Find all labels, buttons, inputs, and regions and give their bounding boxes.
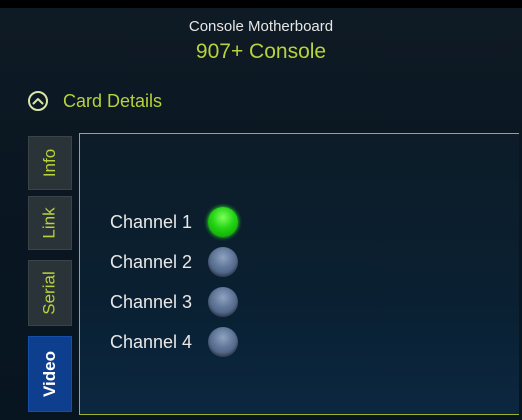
channel-2-status-led (208, 247, 238, 277)
top-bar (0, 0, 522, 8)
chevron-up-glyph (32, 98, 44, 105)
device-title: 907+ Console (195, 40, 327, 63)
channel-row-4: Channel 4 (110, 322, 238, 362)
chevron-up-icon[interactable] (28, 91, 48, 111)
tab-link-label: Link (40, 207, 59, 239)
tab-serial-label: Serial (40, 271, 59, 315)
channel-list: Channel 1 Channel 2 Channel 3 Channel 4 (110, 202, 238, 362)
channel-row-2: Channel 2 (110, 242, 238, 282)
tab-video[interactable]: Video (28, 336, 72, 412)
tab-info-label: Info (39, 148, 59, 178)
tab-serial[interactable]: Serial (28, 260, 72, 326)
card-details-label: Card Details (63, 90, 163, 111)
video-panel: Channel 1 Channel 2 Channel 3 Channel 4 (79, 133, 519, 415)
channel-row-1: Channel 1 (110, 202, 238, 242)
channel-4-label: Channel 4 (110, 331, 193, 352)
channel-1-label: Channel 1 (110, 211, 193, 232)
window: Console Motherboard 907+ Console Card De… (0, 0, 522, 420)
card-details-toggle[interactable]: Card Details (28, 88, 162, 114)
channel-4-status-led (208, 327, 238, 357)
tab-link[interactable]: Link (28, 196, 72, 250)
tab-video-label: Video (40, 351, 60, 397)
channel-3-label: Channel 3 (110, 291, 193, 312)
channel-3-status-led (208, 287, 238, 317)
device-subtitle: Console Motherboard (188, 18, 334, 35)
channel-row-3: Channel 3 (110, 282, 238, 322)
channel-2-label: Channel 2 (110, 251, 193, 272)
tab-info[interactable]: Info (28, 136, 72, 190)
channel-1-status-led (208, 207, 238, 237)
